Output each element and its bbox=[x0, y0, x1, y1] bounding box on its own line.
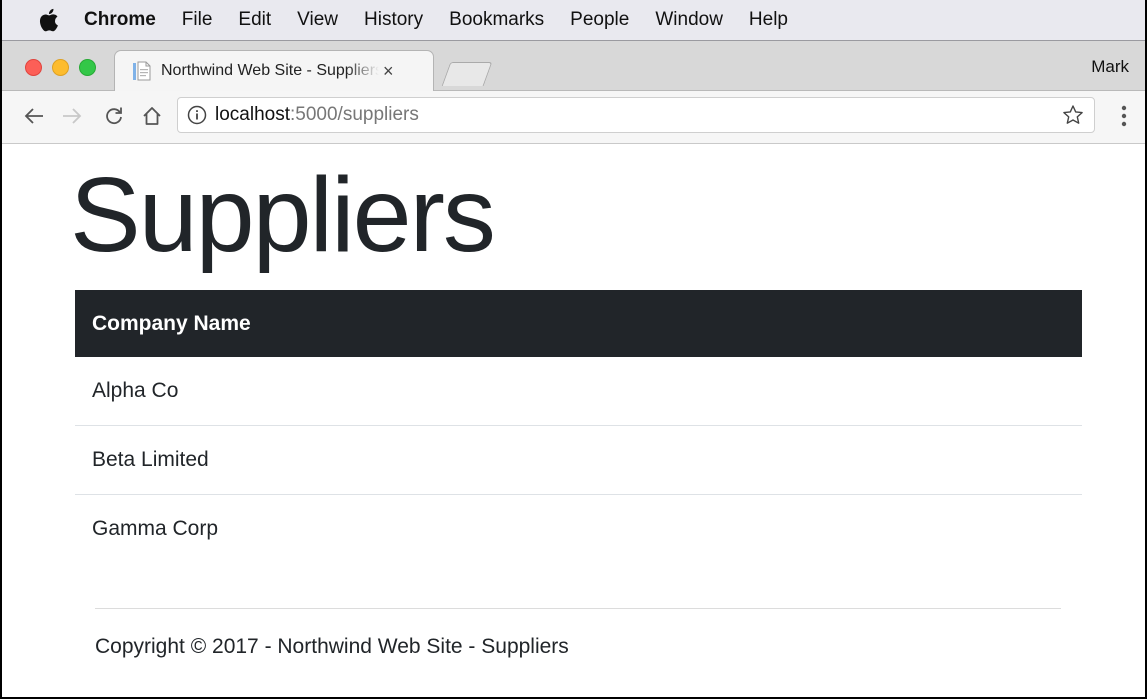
home-icon[interactable] bbox=[139, 103, 165, 129]
table-row: Alpha Co bbox=[75, 357, 1082, 426]
footer-divider bbox=[95, 608, 1061, 609]
close-window-button[interactable] bbox=[25, 59, 42, 76]
page-title: Suppliers bbox=[70, 156, 496, 274]
menu-chrome[interactable]: Chrome bbox=[84, 9, 156, 31]
company-name-cell: Alpha Co bbox=[92, 379, 179, 402]
tab-close-icon[interactable]: × bbox=[383, 61, 394, 82]
more-menu-icon[interactable] bbox=[1121, 105, 1127, 127]
forward-arrow-icon[interactable] bbox=[59, 103, 85, 129]
company-name-cell: Gamma Corp bbox=[75, 494, 1082, 563]
suppliers-table: Company Name Alpha Co Beta Limited Gamma… bbox=[75, 290, 1082, 563]
column-header-company-name: Company Name bbox=[75, 290, 1082, 357]
tab-strip: Northwind Web Site - Suppliers × Mark bbox=[2, 41, 1145, 91]
menu-help[interactable]: Help bbox=[749, 9, 788, 31]
table-header-row: Company Name bbox=[75, 290, 1082, 357]
url-path: :5000/suppliers bbox=[290, 104, 419, 125]
menu-file[interactable]: File bbox=[182, 9, 213, 31]
url-text[interactable]: localhost:5000/suppliers bbox=[215, 104, 419, 126]
site-info-icon[interactable] bbox=[187, 105, 207, 125]
table-row: Beta Limited bbox=[75, 425, 1082, 495]
address-bar[interactable]: localhost:5000/suppliers bbox=[177, 97, 1095, 133]
apple-menu-icon[interactable] bbox=[38, 8, 60, 32]
bookmark-star-icon[interactable] bbox=[1062, 104, 1084, 126]
table-row: Gamma Corp bbox=[75, 494, 1082, 563]
menu-bookmarks[interactable]: Bookmarks bbox=[449, 9, 544, 31]
back-arrow-icon[interactable] bbox=[21, 103, 47, 129]
new-tab-button[interactable] bbox=[441, 62, 493, 86]
menu-people[interactable]: People bbox=[570, 9, 629, 31]
menu-window[interactable]: Window bbox=[655, 9, 723, 31]
footer-copyright: Copyright © 2017 - Northwind Web Site - … bbox=[95, 635, 569, 658]
url-host: localhost bbox=[215, 104, 290, 125]
mac-menu-bar: Chrome File Edit View History Bookmarks … bbox=[2, 0, 1145, 41]
browser-window: Chrome File Edit View History Bookmarks … bbox=[0, 0, 1147, 699]
menu-edit[interactable]: Edit bbox=[238, 9, 271, 31]
browser-tab[interactable]: Northwind Web Site - Suppliers × bbox=[114, 50, 434, 91]
zoom-window-button[interactable] bbox=[79, 59, 96, 76]
company-name-cell: Beta Limited bbox=[75, 425, 1082, 495]
browser-toolbar: localhost:5000/suppliers bbox=[2, 91, 1145, 144]
menu-history[interactable]: History bbox=[364, 9, 423, 31]
minimize-window-button[interactable] bbox=[52, 59, 69, 76]
reload-icon[interactable] bbox=[101, 103, 127, 129]
profile-button[interactable]: Mark bbox=[1091, 57, 1129, 77]
page-favicon-icon bbox=[133, 61, 151, 81]
tab-title: Northwind Web Site - Suppliers bbox=[161, 62, 379, 79]
menu-view[interactable]: View bbox=[297, 9, 338, 31]
